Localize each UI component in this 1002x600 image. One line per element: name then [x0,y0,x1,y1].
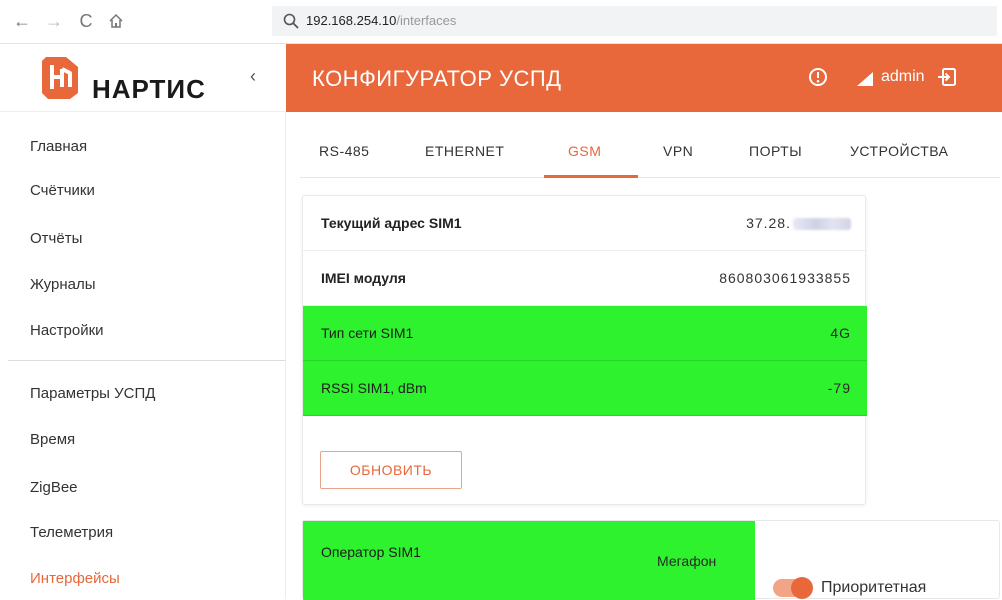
logo-text: НАРТИС [92,74,206,104]
rssi-label: RSSI SIM1, dBm [321,380,427,396]
logo-area: НАРТИС ‹ [0,44,286,112]
tab-vpn[interactable]: VPN [663,143,693,159]
sim-address-label: Текущий адрес SIM1 [321,215,462,231]
priority-toggle[interactable] [773,577,813,599]
tab-devices[interactable]: УСТРОЙСТВА [850,143,948,159]
tab-rs485[interactable]: RS-485 [319,143,369,159]
back-icon[interactable]: ← [10,9,34,33]
app-header: КОНФИГУРАТОР УСПД admin [286,44,1002,112]
sidebar-item-zigbee[interactable]: ZigBee [30,479,78,496]
url-host: 192.168.254.10 [306,13,397,28]
tab-ports[interactable]: ПОРТЫ [749,143,802,159]
active-tab-indicator [544,175,638,178]
interface-tabs: RS-485 ETHERNET GSM VPN ПОРТЫ УСТРОЙСТВА [300,128,1000,178]
url-text: 192.168.254.10/interfaces [306,13,456,28]
info-row: RSSI SIM1, dBm -79 [303,361,867,416]
sim-address-value: 37.28. [746,215,851,231]
signal-icon [857,72,873,86]
toggle-knob [791,577,813,599]
reload-icon[interactable]: C [74,9,98,33]
nartis-logo-icon [42,57,78,99]
user-name[interactable]: admin [881,68,925,86]
alert-icon[interactable] [808,67,828,87]
sidebar-item-telemetry[interactable]: Телеметрия [30,524,113,541]
info-row: IMEI модуля 860803061933855 [303,251,867,306]
address-bar[interactable]: 192.168.254.10/interfaces [272,6,997,36]
menu-divider [8,360,286,361]
sidebar-item-meters[interactable]: Счётчики [30,182,95,199]
url-path: /interfaces [396,13,457,28]
sidebar-item-journals[interactable]: Журналы [30,276,96,293]
network-type-value: 4G [830,325,851,341]
priority-label: Приоритетная [821,579,927,596]
search-icon [283,13,299,29]
collapse-sidebar-button[interactable]: ‹ [250,66,256,87]
sidebar-item-reports[interactable]: Отчёты [30,230,82,247]
network-type-label: Тип сети SIM1 [321,325,414,341]
sidebar-item-uspd-params[interactable]: Параметры УСПД [30,385,155,402]
tab-gsm[interactable]: GSM [568,143,601,159]
imei-label: IMEI модуля [321,270,406,286]
logout-icon[interactable] [937,67,957,87]
operator-row: Оператор SIM1 Мегафон [303,521,755,600]
browser-toolbar: ← → C 192.168.254.10/interfaces [0,0,1002,44]
page-title: КОНФИГУРАТОР УСПД [312,66,562,91]
sidebar-item-interfaces[interactable]: Интерфейсы [30,570,120,587]
imei-value: 860803061933855 [719,270,851,286]
sidebar-item-settings[interactable]: Настройки [30,322,104,339]
home-icon[interactable] [104,9,128,33]
info-row: Тип сети SIM1 4G [303,306,867,361]
sidebar: НАРТИС ‹ Главная Счётчики Отчёты Журналы… [0,44,286,599]
operator-label: Оператор SIM1 [321,544,421,560]
tab-ethernet[interactable]: ETHERNET [425,143,504,159]
sidebar-item-home[interactable]: Главная [30,138,87,155]
operator-card: Оператор SIM1 Мегафон Приоритетная [302,520,1000,600]
sim-address-text: 37.28. [746,215,791,231]
refresh-button[interactable]: ОБНОВИТЬ [320,451,462,489]
sidebar-item-time[interactable]: Время [30,431,75,448]
forward-icon[interactable]: → [42,9,66,33]
gsm-info-card: Текущий адрес SIM1 37.28. IMEI модуля 86… [302,195,867,505]
redacted-mask [793,218,851,231]
operator-value: Мегафон [657,553,717,569]
info-row: Текущий адрес SIM1 37.28. [303,196,867,251]
rssi-value: -79 [827,380,851,396]
